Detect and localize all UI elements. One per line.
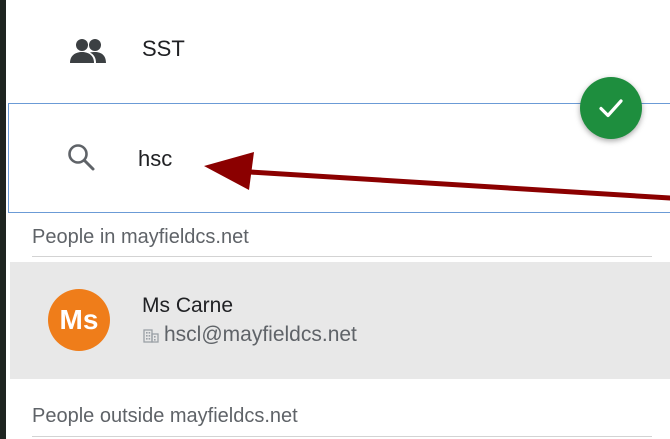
checkmark-icon — [599, 99, 623, 118]
people-group-icon — [68, 36, 108, 66]
result-name: Ms Carne — [142, 294, 234, 317]
confirm-button[interactable] — [580, 77, 642, 139]
result-row[interactable]: Ms Ms Carne hscl@mayfieldcs.net — [10, 262, 670, 379]
section-header-inside: People in mayfieldcs.net — [32, 226, 249, 248]
result-email: hscl@mayfieldcs.net — [164, 323, 357, 346]
result-email-line: hscl@mayfieldcs.net — [142, 323, 357, 347]
group-row-sst[interactable]: SST — [6, 0, 670, 100]
section-divider-bottom — [32, 436, 652, 437]
building-icon — [143, 329, 159, 343]
share-dialog: SST People in mayfieldcs.net Ms Ms Carne — [0, 0, 670, 439]
search-icon — [64, 140, 100, 176]
section-header-outside: People outside mayfieldcs.net — [32, 405, 298, 427]
avatar: Ms — [48, 289, 110, 351]
search-input[interactable] — [138, 143, 438, 175]
section-divider — [32, 256, 652, 257]
group-label: SST — [142, 36, 185, 61]
